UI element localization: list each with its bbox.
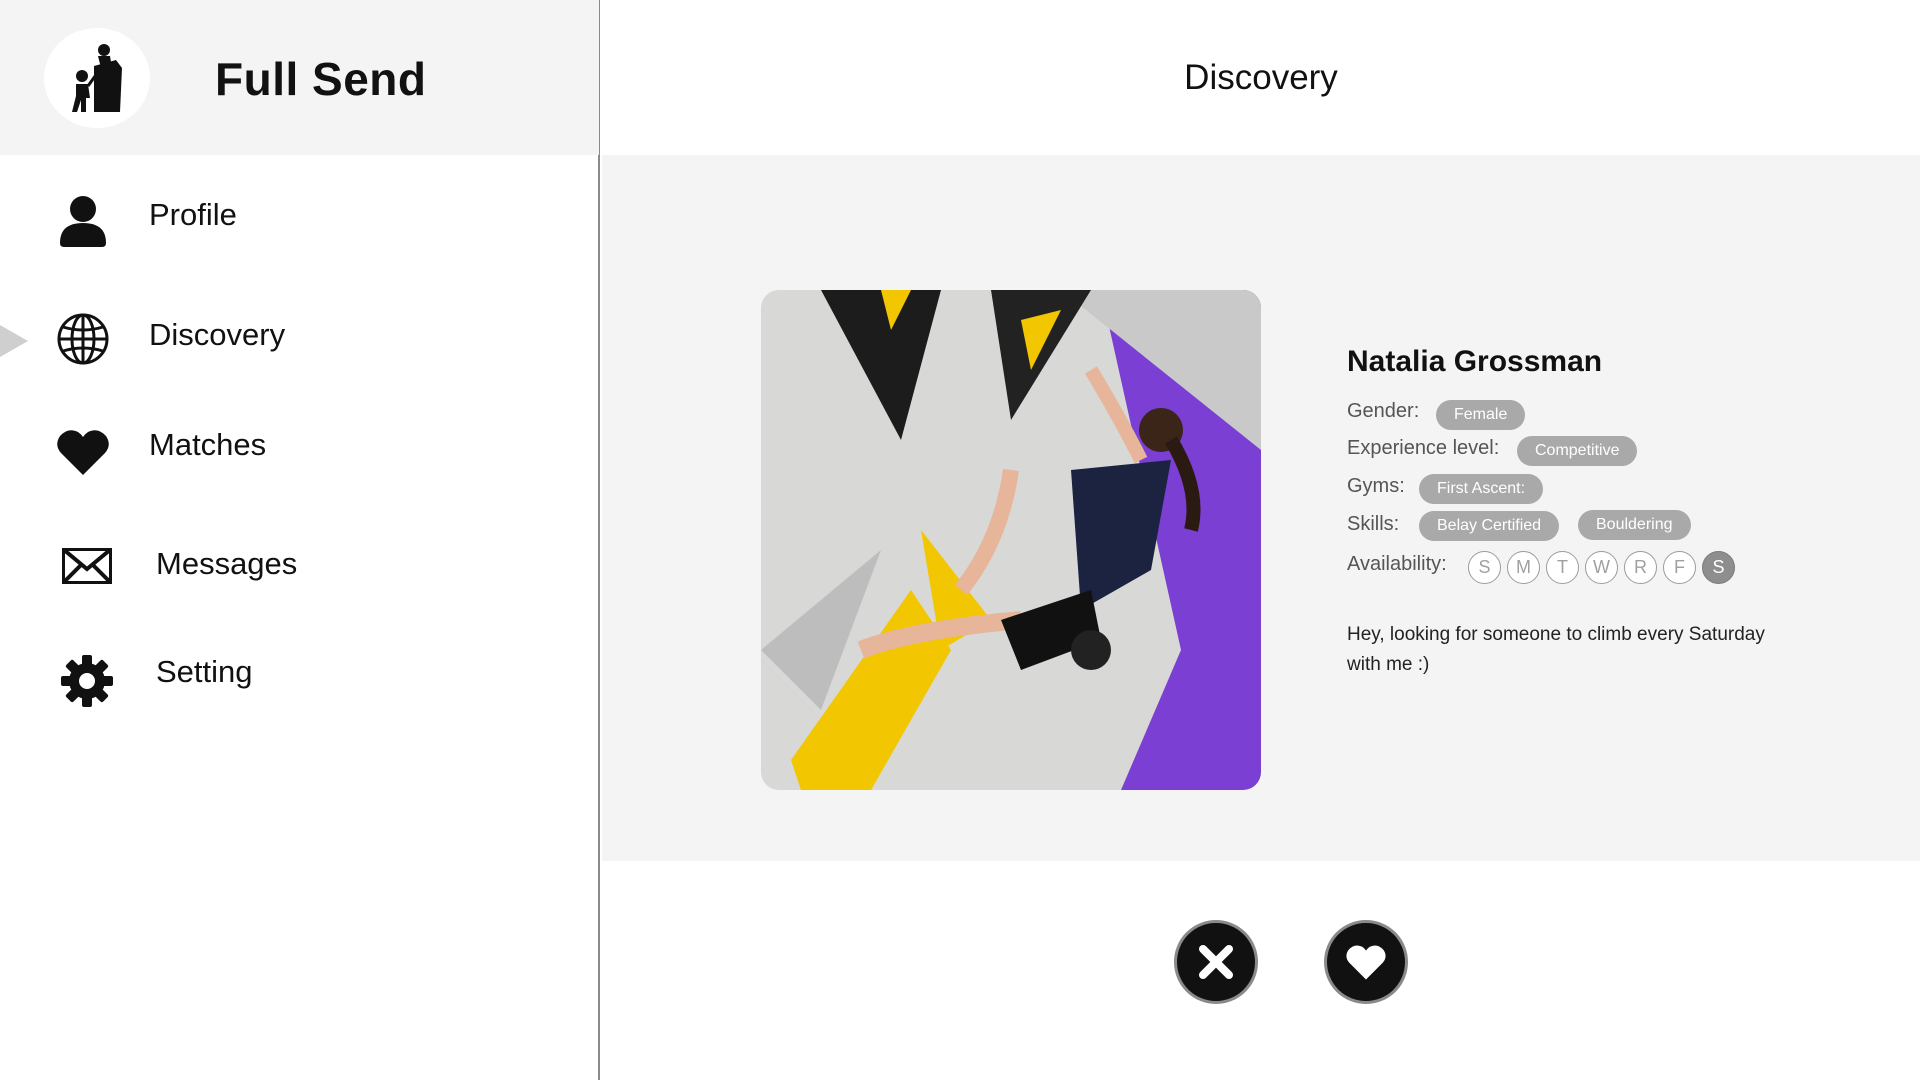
gear-icon (60, 654, 114, 708)
sidebar-item-label: Messages (156, 546, 298, 581)
availability-day: M (1507, 551, 1540, 584)
sidebar-item-setting[interactable]: Setting (0, 632, 599, 722)
gender-tag: Female (1436, 400, 1526, 430)
profile-bio: Hey, looking for someone to climb every … (1347, 624, 1765, 675)
page-title: Discovery (1184, 58, 1338, 97)
climber-photo-illustration (761, 290, 1261, 790)
sidebar-item-matches[interactable]: Matches (0, 405, 599, 495)
availability-day: W (1585, 551, 1618, 584)
availability-day: T (1546, 551, 1579, 584)
heart-icon (56, 427, 110, 481)
sidebar-item-label: Setting (156, 654, 253, 689)
availability-day: F (1663, 551, 1696, 584)
main-header: Discovery (602, 0, 1920, 155)
sidebar-item-messages[interactable]: Messages (0, 523, 599, 613)
availability-day: R (1624, 551, 1657, 584)
climbing-partners-icon (72, 44, 122, 112)
profile-name: Natalia Grossman (1347, 345, 1603, 378)
user-icon (56, 193, 110, 247)
sidebar-item-label: Discovery (149, 317, 286, 352)
sidebar-item-profile[interactable]: Profile (0, 175, 599, 265)
skills-label: Skills: (1347, 513, 1400, 535)
gender-label: Gender: (1347, 400, 1420, 422)
gym-tag: First Ascent: (1419, 474, 1544, 504)
globe-icon (56, 312, 110, 366)
sidebar: Full Send Profile Discovery Matches Mess… (0, 0, 600, 1080)
sidebar-item-discovery[interactable]: Discovery (0, 290, 599, 380)
skill-tag: Belay Certified (1419, 511, 1560, 541)
like-button[interactable] (1324, 920, 1408, 1004)
close-icon (1199, 945, 1233, 979)
experience-tag: Competitive (1517, 436, 1638, 466)
profile-photo (761, 290, 1261, 790)
heart-icon (1346, 945, 1386, 980)
sidebar-item-label: Matches (149, 427, 267, 462)
skill-tag: Bouldering (1578, 510, 1691, 540)
envelope-icon (62, 547, 116, 602)
availability-label: Availability: (1347, 553, 1447, 575)
brand-header: Full Send (0, 0, 599, 155)
sidebar-item-label: Profile (149, 197, 237, 232)
gyms-label: Gyms: (1347, 475, 1405, 497)
app-name: Full Send (215, 53, 427, 105)
logo (44, 28, 150, 128)
reject-button[interactable] (1174, 920, 1258, 1004)
availability-day: S (1468, 551, 1501, 584)
experience-label: Experience level: (1347, 437, 1500, 459)
availability-day-active: S (1702, 551, 1735, 584)
